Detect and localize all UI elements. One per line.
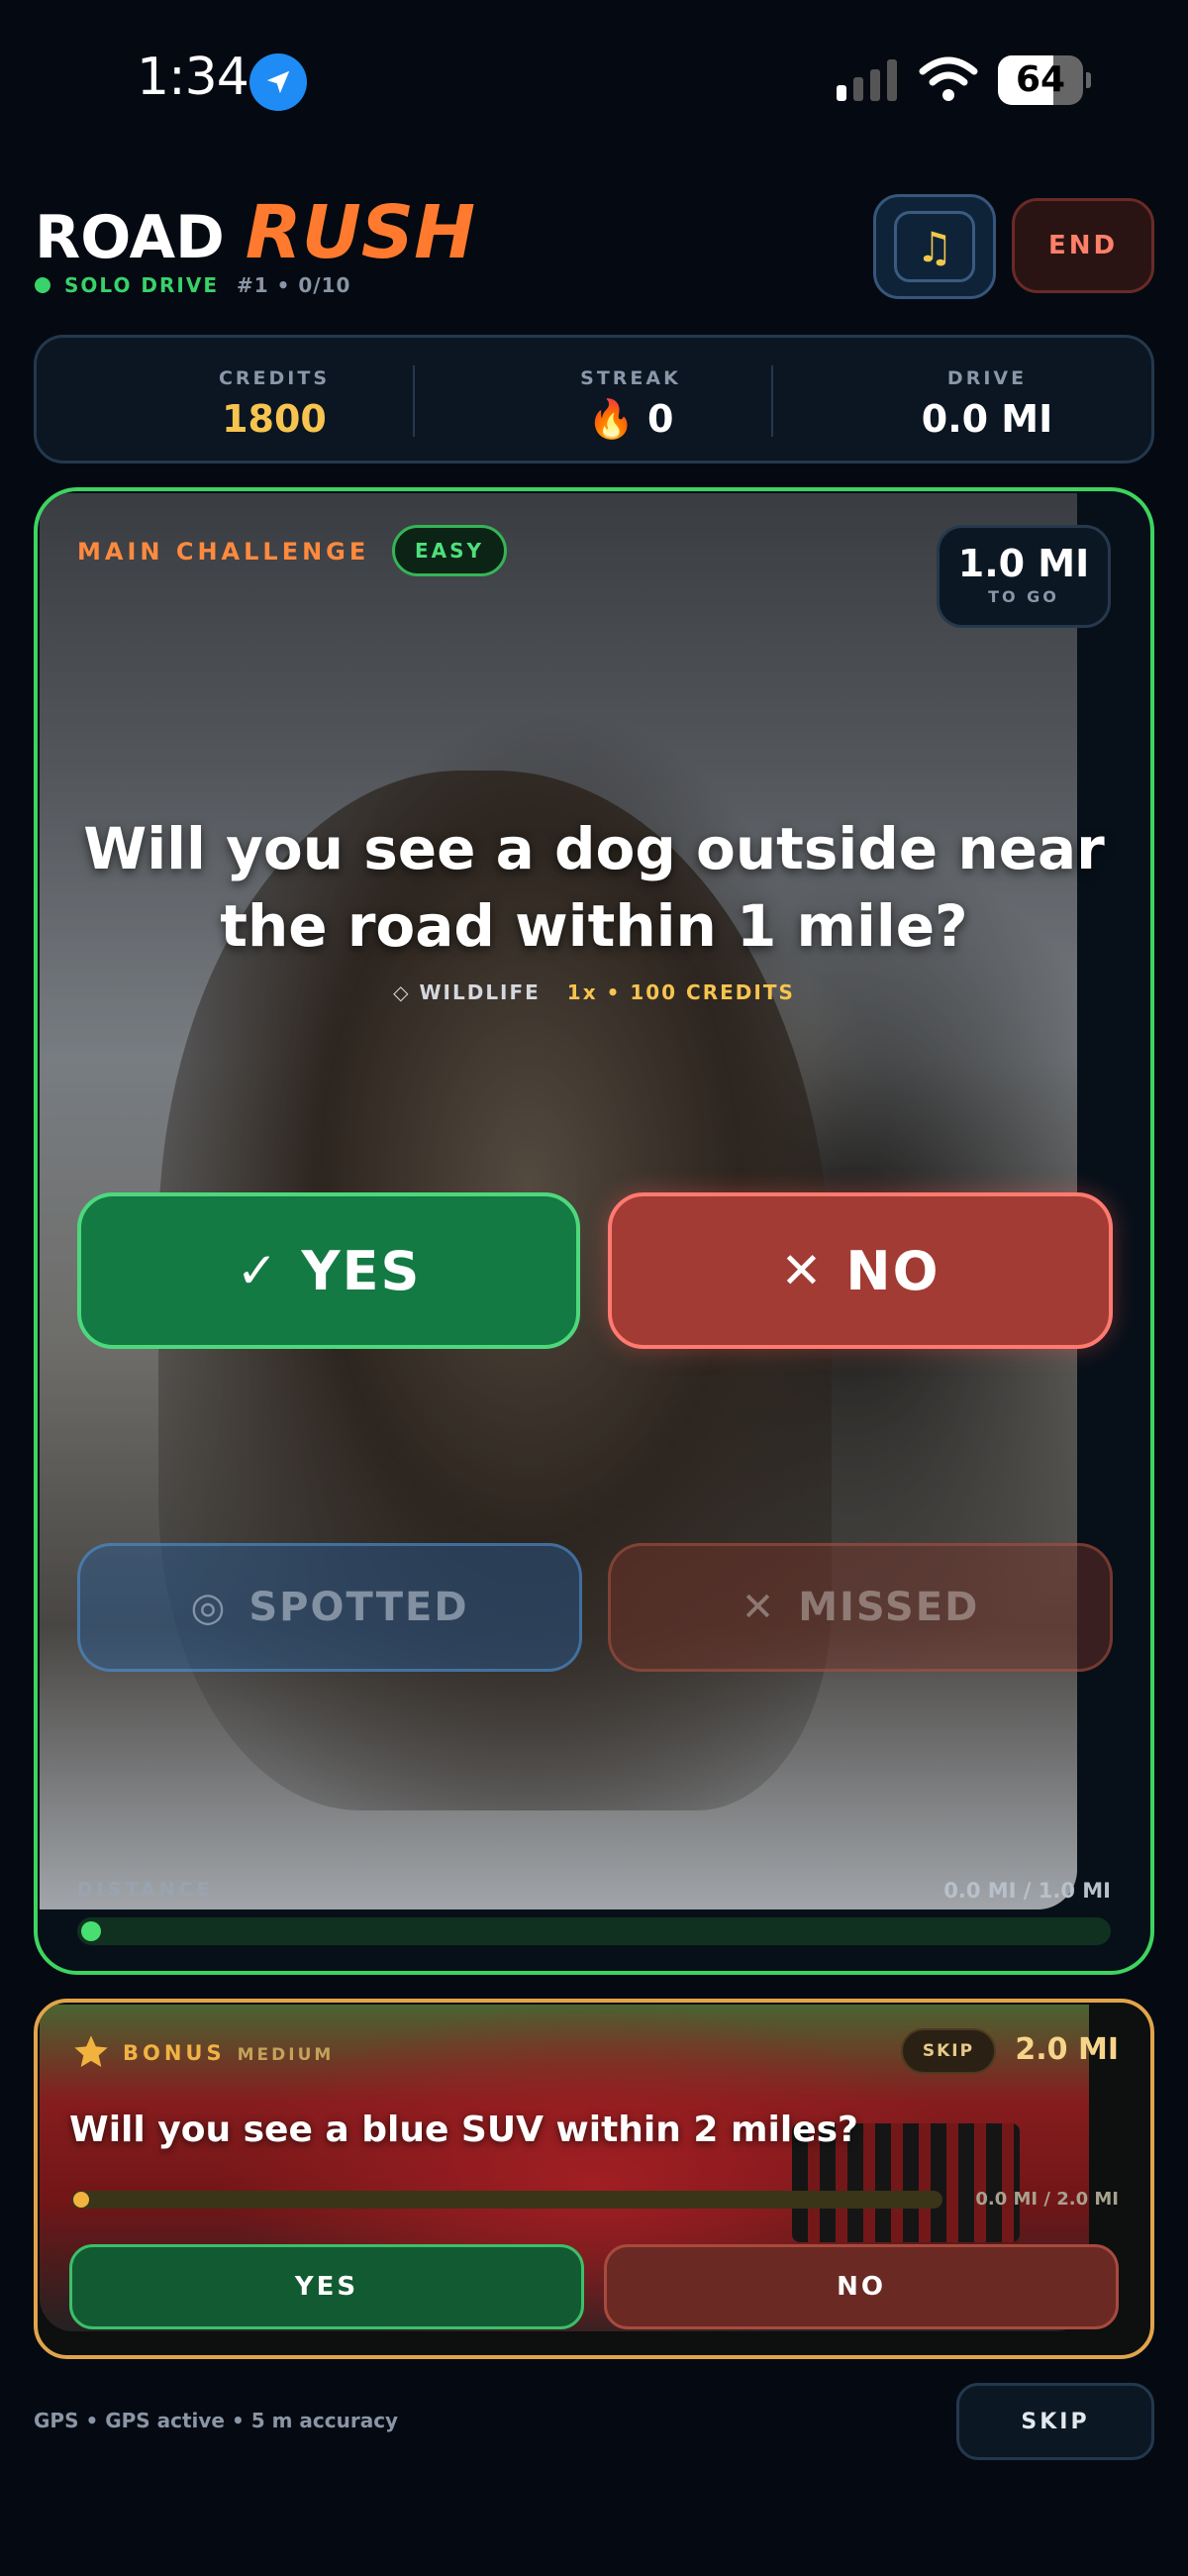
signal-icon <box>837 59 898 101</box>
location-arrow-icon <box>249 53 307 111</box>
drive-label: DRIVE <box>946 367 1028 389</box>
challenge-meta: ◇ WILDLIFE 1x • 100 CREDITS <box>59 980 1129 1004</box>
session-progress: #1 • 0/10 <box>237 273 351 297</box>
gps-status: GPS • GPS active • 5 m accuracy <box>34 2409 399 2432</box>
close-icon: ✕ <box>741 1585 777 1630</box>
check-icon: ✓ <box>236 1242 280 1299</box>
drive-value: 0.0 MI <box>921 397 1053 441</box>
missed-label: MISSED <box>798 1585 980 1630</box>
app-logo: ROAD RUSH <box>35 190 475 275</box>
distance-progress-knob <box>81 1921 101 1941</box>
bonus-yes-button[interactable]: YES <box>69 2244 584 2329</box>
music-note-icon: ♫ <box>916 222 953 271</box>
to-go-value: 1.0 MI <box>957 542 1090 585</box>
end-button[interactable]: END <box>1012 198 1154 293</box>
stats-panel: CREDITS 1800 STREAK 🔥 0 DRIVE 0.0 MI <box>34 335 1154 464</box>
spotted-label: SPOTTED <box>248 1585 469 1630</box>
bonus-progress-text: 0.0 MI / 2.0 MI <box>975 2189 1119 2210</box>
drive-mode: SOLO DRIVE <box>64 273 219 297</box>
no-button[interactable]: ✕ NO <box>608 1192 1113 1349</box>
battery-icon: 64 <box>998 55 1091 105</box>
wifi-icon <box>919 55 978 103</box>
star-icon <box>71 2032 111 2072</box>
bonus-no-button[interactable]: NO <box>604 2244 1119 2329</box>
skip-button[interactable]: SKIP <box>956 2383 1154 2460</box>
spotted-button[interactable]: ◎ SPOTTED <box>77 1543 582 1672</box>
credits-stat: CREDITS 1800 <box>116 367 433 441</box>
session-info: SOLO DRIVE #1 • 0/10 <box>35 273 350 297</box>
live-dot-icon <box>35 277 50 293</box>
distance-to-go: 1.0 MI TO GO <box>937 525 1111 628</box>
challenge-reward: 1x • 100 CREDITS <box>566 980 795 1004</box>
credits-label: CREDITS <box>218 367 331 389</box>
close-icon: ✕ <box>780 1242 825 1299</box>
yes-button[interactable]: ✓ YES <box>77 1192 580 1349</box>
drive-stat: DRIVE 0.0 MI <box>829 367 1145 441</box>
bonus-skip-button[interactable]: SKIP <box>901 2028 996 2074</box>
missed-button[interactable]: ✕ MISSED <box>608 1543 1113 1672</box>
bonus-distance: 2.0 MI <box>1015 2032 1119 2067</box>
status-time: 1:34 <box>137 48 249 107</box>
main-challenge-label: MAIN CHALLENGE <box>77 538 370 566</box>
distance-label: DISTANCE <box>77 1879 214 1901</box>
streak-label: STREAK <box>580 367 681 389</box>
target-icon: ◎ <box>190 1585 228 1630</box>
streak-value: 0 <box>647 397 674 441</box>
bonus-question: Will you see a blue SUV within 2 miles? <box>69 2110 858 2150</box>
streak-stat: STREAK 🔥 0 <box>472 367 789 442</box>
no-label: NO <box>845 1239 940 1302</box>
distance-progress-bar <box>77 1917 1111 1945</box>
to-go-label: TO GO <box>988 587 1059 606</box>
battery-level: 64 <box>1015 59 1066 100</box>
credits-value: 1800 <box>222 397 327 441</box>
fire-icon: 🔥 <box>587 397 635 441</box>
music-button[interactable]: ♫ <box>873 194 996 299</box>
logo-road: ROAD <box>35 203 225 272</box>
bonus-label: BONUS MEDIUM <box>123 2041 334 2065</box>
challenge-question: Will you see a dog outside near the road… <box>83 815 1105 960</box>
bonus-difficulty: MEDIUM <box>237 2045 335 2065</box>
challenge-category: ◇ WILDLIFE <box>393 980 541 1004</box>
bonus-progress-knob <box>73 2192 89 2208</box>
bonus-progress-bar <box>71 2191 942 2209</box>
distance-value: 0.0 MI / 1.0 MI <box>943 1879 1111 1903</box>
bonus-title: BONUS <box>123 2041 226 2065</box>
difficulty-badge: EASY <box>392 525 507 576</box>
yes-label: YES <box>301 1239 422 1302</box>
logo-rush: RUSH <box>245 190 476 275</box>
